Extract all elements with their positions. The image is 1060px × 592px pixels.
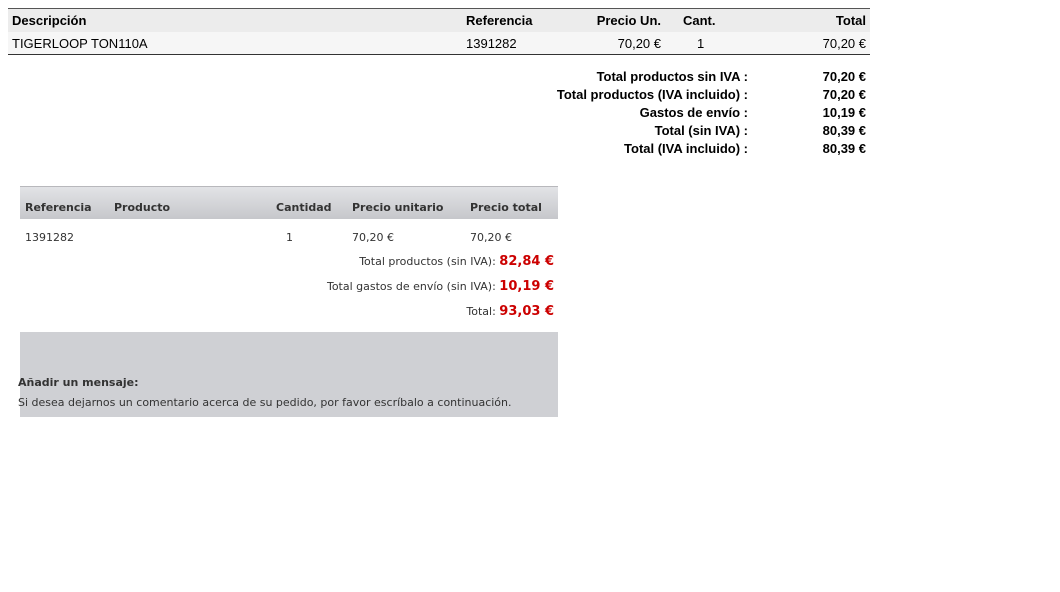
summary-value: 70,20 € bbox=[822, 87, 866, 102]
summary-label: Total productos (IVA incluido) : bbox=[556, 87, 748, 102]
summary-label: Total productos sin IVA : bbox=[596, 69, 748, 84]
row-unit-price: 70,20 € bbox=[617, 36, 661, 51]
table-row: TIGERLOOP TON110A 1391282 70,20 € 1 70,2… bbox=[8, 32, 870, 55]
header-qty: Cant. bbox=[683, 13, 716, 28]
order-header-row: Referencia Producto Cantidad Precio unit… bbox=[20, 186, 558, 219]
table-row: 1391282 1 70,20 € 70,20 € bbox=[20, 219, 558, 249]
header-description: Descripción bbox=[12, 13, 87, 28]
order-row-total-price: 70,20 € bbox=[470, 231, 512, 244]
summary-value: 80,39 € bbox=[822, 123, 866, 138]
summary-value: 10,19 € bbox=[822, 105, 866, 120]
grand-total-line: Total: 93,03 € bbox=[20, 299, 558, 324]
order-header-total-price: Precio total bbox=[470, 201, 542, 214]
header-unit-price: Precio Un. bbox=[596, 13, 661, 28]
message-title: Añadir un mensaje: bbox=[18, 376, 139, 389]
invoice-table: Descripción Referencia Precio Un. Cant. … bbox=[8, 8, 870, 55]
summary-label: Total (IVA incluido) : bbox=[624, 141, 748, 156]
total-products-amount: 82,84 € bbox=[499, 254, 554, 269]
total-products-line: Total productos (sin IVA): 82,84 € bbox=[20, 249, 558, 274]
header-reference: Referencia bbox=[466, 13, 533, 28]
row-reference: 1391282 bbox=[466, 36, 517, 51]
order-header-quantity: Cantidad bbox=[276, 201, 332, 214]
order-row-quantity: 1 bbox=[286, 231, 293, 244]
row-total: 70,20 € bbox=[822, 36, 866, 51]
summary-values: 70,20 € 70,20 € 10,19 € 80,39 € 80,39 € bbox=[823, 68, 866, 158]
total-products-label: Total productos (sin IVA): bbox=[359, 255, 496, 268]
invoice-header-row: Descripción Referencia Precio Un. Cant. … bbox=[8, 8, 870, 32]
summary-value: 80,39 € bbox=[822, 141, 866, 156]
row-description: TIGERLOOP TON110A bbox=[12, 36, 148, 51]
total-shipping-line: Total gastos de envío (sin IVA): 10,19 € bbox=[20, 274, 558, 299]
summary-value: 70,20 € bbox=[822, 69, 866, 84]
summary-label: Total (sin IVA) : bbox=[654, 123, 748, 138]
row-qty: 1 bbox=[697, 36, 705, 51]
summary-labels: Total productos sin IVA : Total producto… bbox=[557, 68, 748, 158]
order-row-reference: 1391282 bbox=[25, 231, 74, 244]
order-header-unit-price: Precio unitario bbox=[352, 201, 444, 214]
header-total: Total bbox=[835, 13, 866, 28]
total-shipping-label: Total gastos de envío (sin IVA): bbox=[326, 280, 496, 293]
total-shipping-amount: 10,19 € bbox=[499, 279, 554, 294]
order-header-reference: Referencia bbox=[25, 201, 92, 214]
message-instructions: Si desea dejarnos un comentario acerca d… bbox=[18, 396, 512, 409]
grand-total-amount: 93,03 € bbox=[499, 304, 554, 319]
summary-label: Gastos de envío : bbox=[639, 105, 748, 120]
order-header-product: Producto bbox=[114, 201, 171, 214]
order-summary-table: Referencia Producto Cantidad Precio unit… bbox=[20, 186, 558, 324]
grand-total-label: Total: bbox=[466, 305, 496, 318]
order-row-unit-price: 70,20 € bbox=[352, 231, 394, 244]
message-panel: Añadir un mensaje: Si desea dejarnos un … bbox=[18, 332, 558, 417]
